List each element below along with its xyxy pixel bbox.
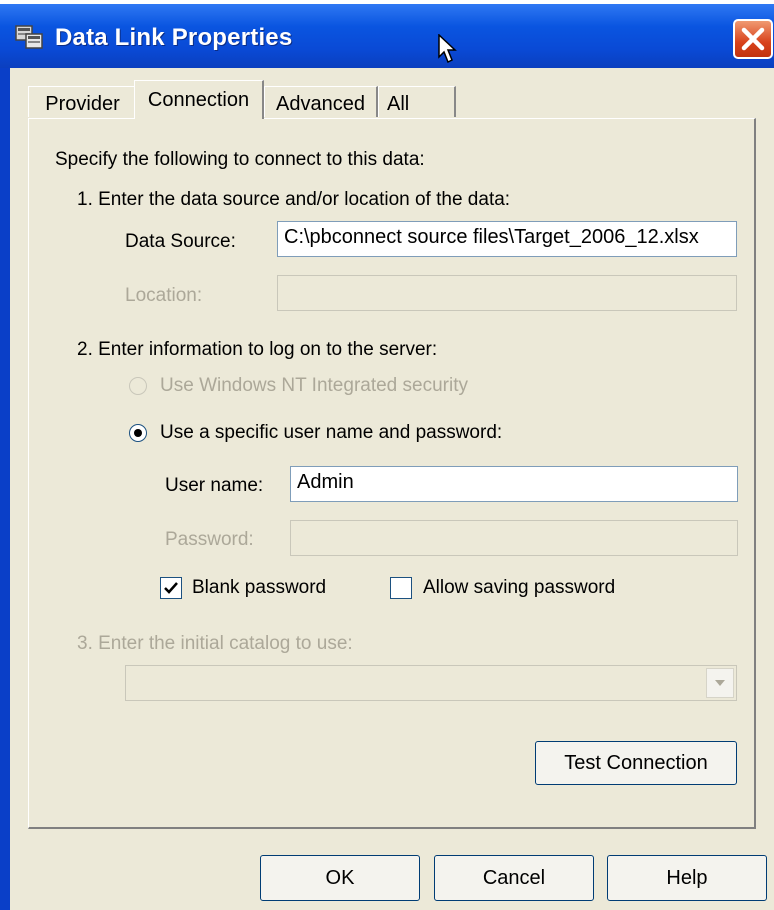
data-source-value: C:\pbconnect source files\Target_2006_12… bbox=[284, 226, 699, 248]
tab-connection-label: Connection bbox=[147, 89, 250, 111]
radio-nt-security[interactable] bbox=[129, 377, 147, 395]
test-connection-label: Test Connection bbox=[564, 752, 708, 774]
username-input[interactable]: Admin bbox=[290, 466, 738, 502]
mouse-pointer-icon bbox=[438, 33, 458, 69]
help-button[interactable]: Help bbox=[607, 855, 767, 901]
tab-advanced[interactable]: Advanced bbox=[264, 86, 378, 117]
username-label: User name: bbox=[165, 475, 264, 496]
window-title: Data Link Properties bbox=[55, 24, 293, 51]
close-button[interactable] bbox=[733, 19, 773, 59]
dialog-window: Data Link Properties Provider Connection… bbox=[0, 4, 774, 910]
data-source-input[interactable]: C:\pbconnect source files\Target_2006_12… bbox=[277, 221, 737, 257]
data-link-icon bbox=[14, 24, 44, 50]
blank-password-checkbox[interactable] bbox=[160, 577, 182, 599]
location-input[interactable] bbox=[277, 275, 737, 311]
radio-specific-user[interactable] bbox=[129, 424, 147, 442]
intro-text: Specify the following to connect to this… bbox=[55, 149, 425, 170]
initial-catalog-select[interactable] bbox=[125, 665, 737, 701]
allow-saving-password-label: Allow saving password bbox=[423, 577, 616, 598]
tab-provider[interactable]: Provider bbox=[28, 86, 138, 117]
ok-button[interactable]: OK bbox=[260, 855, 420, 901]
radio-selected-dot bbox=[134, 429, 142, 437]
step1-heading: 1. Enter the data source and/or location… bbox=[77, 189, 511, 210]
step3-heading: 3. Enter the initial catalog to use: bbox=[77, 633, 353, 654]
help-label: Help bbox=[666, 867, 708, 889]
title-bar[interactable]: Data Link Properties bbox=[0, 4, 774, 68]
password-input[interactable] bbox=[290, 520, 738, 556]
tab-all[interactable]: All bbox=[378, 86, 456, 117]
blank-password-label: Blank password bbox=[192, 577, 327, 598]
allow-saving-password-checkbox[interactable] bbox=[390, 577, 412, 599]
cancel-button[interactable]: Cancel bbox=[434, 855, 594, 901]
test-connection-button[interactable]: Test Connection bbox=[535, 741, 737, 785]
username-value: Admin bbox=[297, 471, 354, 493]
location-label: Location: bbox=[125, 285, 203, 306]
tab-provider-label: Provider bbox=[45, 93, 120, 115]
tab-advanced-label: Advanced bbox=[276, 93, 365, 115]
radio-specific-user-label: Use a specific user name and password: bbox=[160, 422, 503, 443]
data-source-label: Data Source: bbox=[125, 231, 236, 252]
radio-nt-security-label: Use Windows NT Integrated security bbox=[160, 375, 468, 396]
password-label: Password: bbox=[165, 529, 254, 550]
catalog-dropdown-button[interactable] bbox=[706, 668, 734, 698]
tab-connection[interactable]: Connection bbox=[134, 80, 264, 119]
connection-panel: Specify the following to connect to this… bbox=[28, 118, 756, 829]
cancel-label: Cancel bbox=[482, 867, 546, 889]
tab-all-label: All bbox=[387, 93, 410, 115]
ok-label: OK bbox=[325, 867, 355, 889]
step2-heading: 2. Enter information to log on to the se… bbox=[77, 339, 438, 360]
dialog-client-area: Provider Connection Advanced All Specify… bbox=[10, 68, 774, 910]
